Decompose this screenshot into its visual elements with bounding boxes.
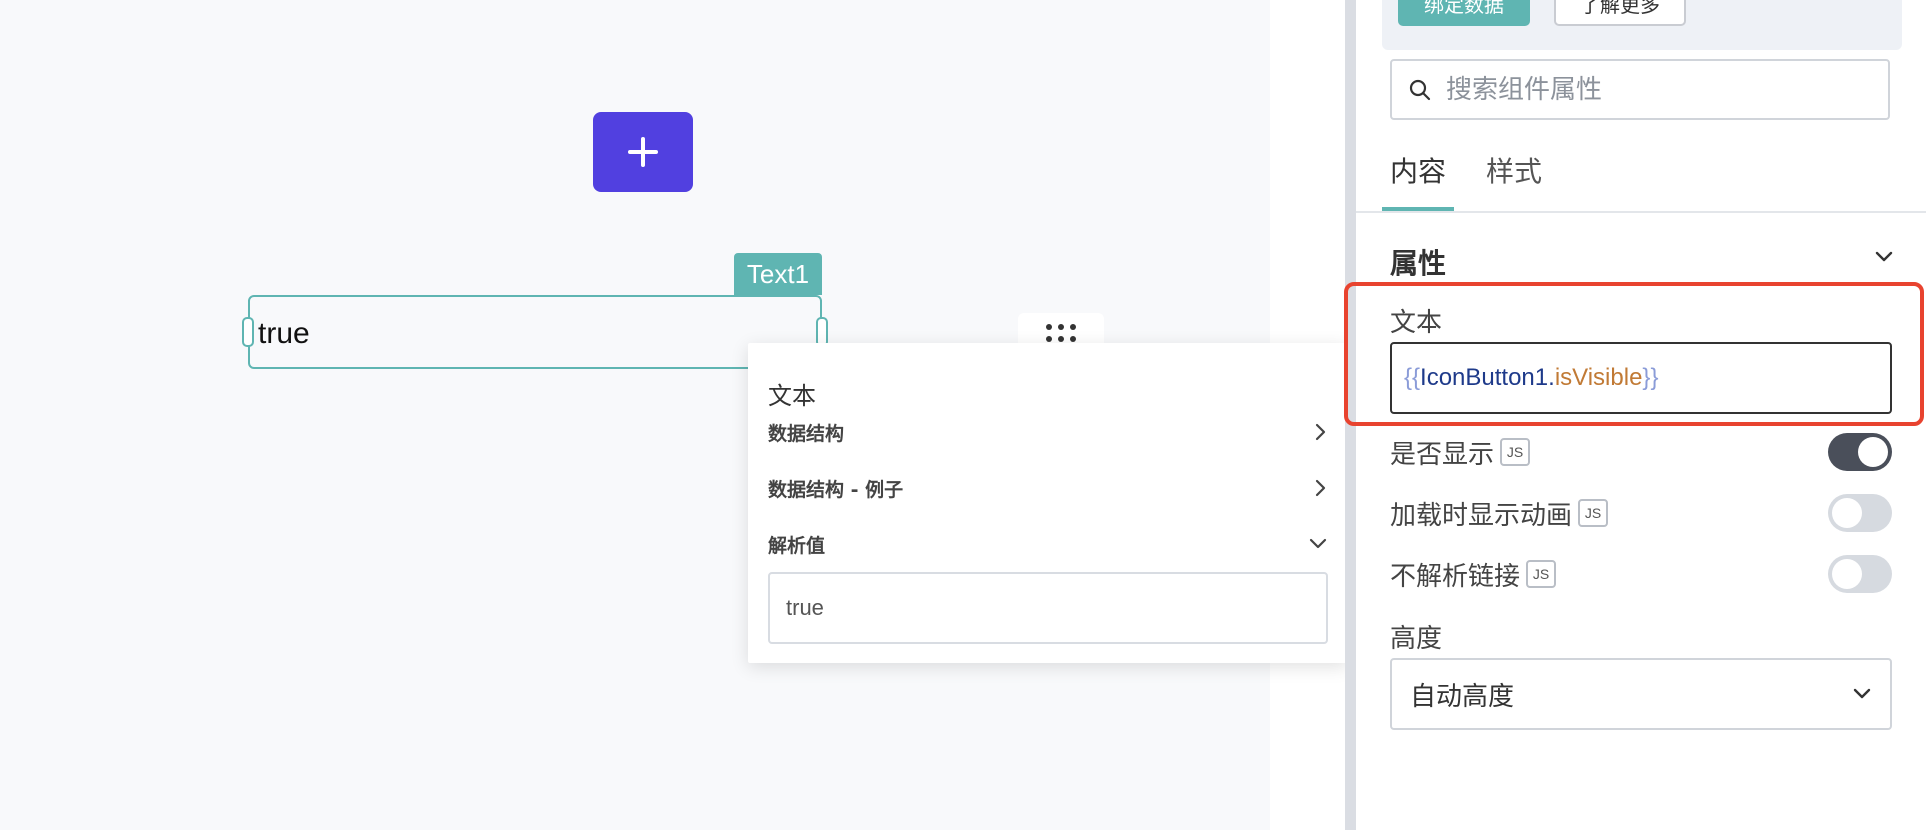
visible-toggle-row: 是否显示 JS <box>1390 432 1892 472</box>
js-toggle-button[interactable]: JS <box>1500 438 1531 466</box>
height-label: 高度 <box>1390 624 1443 654</box>
chevron-down-icon <box>1853 688 1871 699</box>
js-toggle-button[interactable]: JS <box>1578 499 1609 527</box>
chevron-right-icon <box>1315 479 1326 497</box>
section-title-properties[interactable]: 属性 <box>1390 242 1446 282</box>
evaluated-value-field: true <box>768 572 1328 644</box>
popup-row-label: 解析值 <box>768 534 826 557</box>
toggle-knob <box>1858 437 1888 467</box>
chevron-down-icon[interactable] <box>1874 250 1894 264</box>
text-binding-input[interactable]: {{IconButton1. isVisible}} <box>1390 342 1892 414</box>
search-input[interactable] <box>1446 74 1866 105</box>
property-tabs: 内容 样式 <box>1381 145 1542 211</box>
drag-dots-icon <box>1046 324 1076 342</box>
animate-loading-label: 加载时显示动画 <box>1390 500 1573 531</box>
binding-object: IconButton1 <box>1420 364 1549 391</box>
animate-loading-toggle[interactable] <box>1828 494 1892 532</box>
popup-row-label: 数据结构 - 例子 <box>768 478 904 501</box>
icon-button-1[interactable] <box>593 112 693 192</box>
plus-icon <box>628 137 658 167</box>
text-widget-value: true <box>258 317 310 350</box>
js-toggle-button[interactable]: JS <box>1526 560 1557 588</box>
tab-content[interactable]: 内容 <box>1381 145 1455 211</box>
resize-handle-left[interactable] <box>242 317 254 347</box>
bind-data-button[interactable]: 绑定数据 <box>1398 0 1530 26</box>
learn-more-button[interactable]: 了解更多 <box>1554 0 1686 26</box>
binding-property: isVisible <box>1554 364 1643 391</box>
chevron-down-icon <box>1309 538 1327 549</box>
height-select[interactable]: 自动高度 <box>1390 658 1892 730</box>
binding-open-brace: {{ <box>1404 364 1421 391</box>
popup-row-label: 数据结构 <box>768 422 845 445</box>
tabs-divider <box>1356 211 1926 213</box>
binding-close-brace: }} <box>1642 364 1659 391</box>
visible-label: 是否显示 <box>1390 439 1495 470</box>
disable-link-toggle[interactable] <box>1828 555 1892 593</box>
property-search[interactable] <box>1390 59 1890 120</box>
text-widget[interactable]: true <box>242 295 828 369</box>
search-icon <box>1409 79 1431 100</box>
animate-loading-toggle-row: 加载时显示动画 JS <box>1390 493 1892 533</box>
disable-link-label: 不解析链接 <box>1390 561 1521 592</box>
tab-style[interactable]: 样式 <box>1486 145 1542 211</box>
property-pane: 绑定数据 了解更多 内容 样式 属性 文本 {{IconButton1.isVi… <box>1344 0 1926 830</box>
chevron-right-icon <box>1315 423 1326 441</box>
evaluated-value-popup: 文本 数据结构 数据结构 - 例子 解析值 true <box>748 343 1348 663</box>
popup-row-data-example[interactable]: 数据结构 - 例子 <box>768 473 1328 503</box>
height-select-value: 自动高度 <box>1410 681 1515 712</box>
disable-link-toggle-row: 不解析链接 JS <box>1390 554 1892 594</box>
popup-row-evaluated-value[interactable]: 解析值 <box>768 529 1328 559</box>
visible-toggle[interactable] <box>1828 433 1892 471</box>
text-field-label: 文本 <box>1390 308 1443 338</box>
popup-title: 文本 <box>768 382 816 410</box>
toggle-knob <box>1832 559 1862 589</box>
toggle-knob <box>1832 498 1862 528</box>
popup-row-data-type[interactable]: 数据结构 <box>768 417 1328 447</box>
binding-dot: . <box>1548 364 1555 391</box>
widget-name-tag[interactable]: Text1 <box>734 253 822 295</box>
